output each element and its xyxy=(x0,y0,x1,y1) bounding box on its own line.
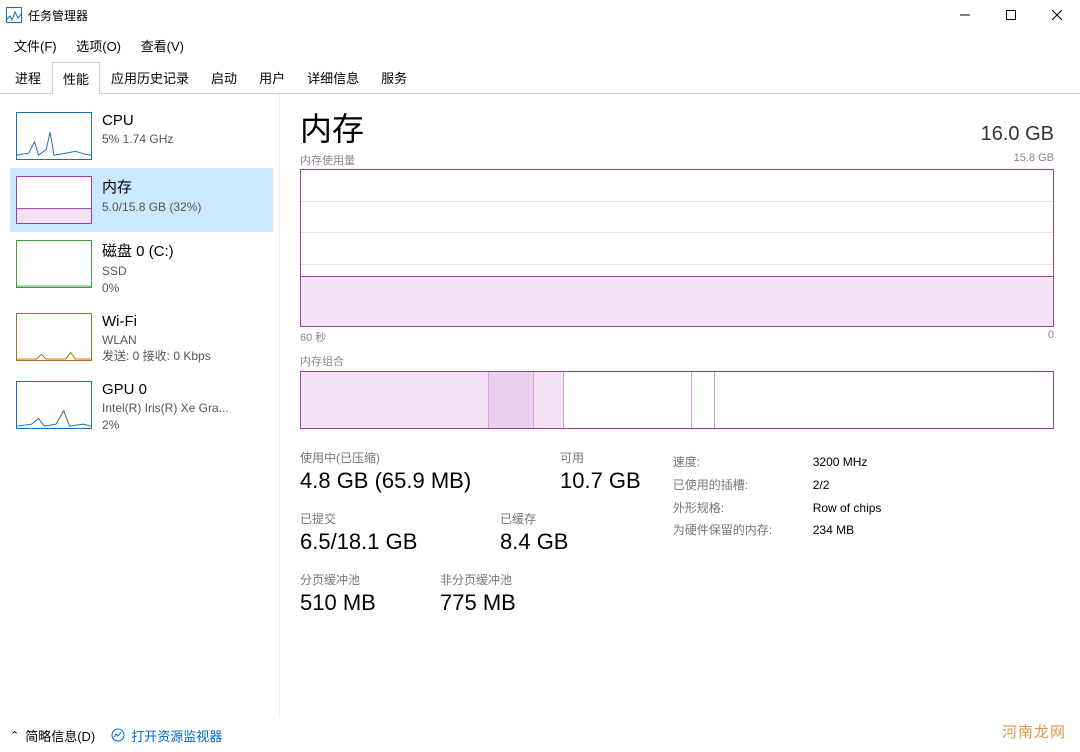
sidebar-item-gpu[interactable]: GPU 0 Intel(R) Iris(R) Xe Gra... 2% xyxy=(10,373,273,442)
stat-label: 已缓存 xyxy=(500,510,568,527)
tab-users[interactable]: 用户 xyxy=(248,61,296,93)
tab-startup[interactable]: 启动 xyxy=(200,61,248,93)
sidebar-text: GPU 0 Intel(R) Iris(R) Xe Gra... 2% xyxy=(102,381,229,434)
spec-key: 外形规格: xyxy=(673,497,813,520)
tab-processes[interactable]: 进程 xyxy=(4,61,52,93)
sidebar-text: 内存 5.0/15.8 GB (32%) xyxy=(102,176,201,216)
stat-label: 可用 xyxy=(560,449,641,466)
memory-composition-bar[interactable] xyxy=(300,371,1054,429)
window-title: 任务管理器 xyxy=(28,7,942,24)
sidebar-item-label: GPU 0 xyxy=(102,381,229,398)
tab-details[interactable]: 详细信息 xyxy=(296,61,370,93)
stats-left-column: 使用中(已压缩) 4.8 GB (65.9 MB) 可用 10.7 GB 已提交… xyxy=(300,449,641,616)
sidebar-item-sub: 5% 1.74 GHz xyxy=(102,131,173,148)
brief-info-label: 简略信息(D) xyxy=(25,726,95,745)
stat-value: 510 MB xyxy=(300,590,410,616)
titlebar: 任务管理器 xyxy=(0,0,1080,30)
sidebar-item-label: 内存 xyxy=(102,176,201,197)
stat-value: 6.5/18.1 GB xyxy=(300,529,470,555)
sidebar-text: 磁盘 0 (C:) SSD 0% xyxy=(102,240,174,297)
spec-value: 234 MB xyxy=(813,519,854,542)
close-button[interactable] xyxy=(1034,0,1080,30)
spec-key: 为硬件保留的内存: xyxy=(673,519,813,542)
minimize-button[interactable] xyxy=(942,0,988,30)
window-controls xyxy=(942,0,1080,30)
usage-label: 内存使用量 xyxy=(300,152,355,168)
stat-value: 4.8 GB (65.9 MB) xyxy=(300,468,530,494)
gpu-thumbnail-icon xyxy=(16,381,92,429)
stat-label: 分页缓冲池 xyxy=(300,571,410,588)
menubar: 文件(F) 选项(O) 查看(V) xyxy=(0,30,1080,61)
wifi-thumbnail-icon xyxy=(16,313,92,361)
stat-label: 使用中(已压缩) xyxy=(300,449,530,466)
sidebar-item-label: CPU xyxy=(102,112,173,129)
sidebar-item-label: 磁盘 0 (C:) xyxy=(102,240,174,261)
axis-left: 60 秒 xyxy=(300,329,326,345)
sidebar-item-sub: WLAN 发送: 0 接收: 0 Kbps xyxy=(102,332,211,366)
resource-monitor-icon xyxy=(111,728,125,742)
disk-thumbnail-icon xyxy=(16,240,92,288)
chart-y-labels: 内存使用量 15.8 GB xyxy=(300,152,1054,168)
stat-value: 10.7 GB xyxy=(560,468,641,494)
chart-x-axis: 60 秒 0 xyxy=(300,329,1054,345)
composition-label: 内存组合 xyxy=(300,353,1054,369)
main-panel: 内存 16.0 GB 内存使用量 15.8 GB 60 秒 0 内存组合 xyxy=(280,94,1080,726)
content: CPU 5% 1.74 GHz 内存 5.0/15.8 GB (32%) xyxy=(0,94,1080,726)
sidebar-item-memory[interactable]: 内存 5.0/15.8 GB (32%) xyxy=(10,168,273,232)
menu-file[interactable]: 文件(F) xyxy=(6,32,65,59)
sidebar-item-sub: SSD 0% xyxy=(102,263,174,297)
sidebar: CPU 5% 1.74 GHz 内存 5.0/15.8 GB (32%) xyxy=(0,94,280,726)
main-header: 内存 16.0 GB xyxy=(300,104,1054,150)
sidebar-item-cpu[interactable]: CPU 5% 1.74 GHz xyxy=(10,104,273,168)
sidebar-item-sub: 5.0/15.8 GB (32%) xyxy=(102,199,201,216)
watermark: 河南龙网 xyxy=(1002,721,1066,742)
stat-value: 775 MB xyxy=(440,590,516,616)
resource-monitor-label: 打开资源监视器 xyxy=(131,726,222,745)
sidebar-text: Wi-Fi WLAN 发送: 0 接收: 0 Kbps xyxy=(102,313,211,366)
memory-thumbnail-icon xyxy=(16,176,92,224)
menu-view[interactable]: 查看(V) xyxy=(133,32,192,59)
sidebar-item-label: Wi-Fi xyxy=(102,313,211,330)
app-icon xyxy=(6,7,22,23)
tabs: 进程 性能 应用历史记录 启动 用户 详细信息 服务 xyxy=(0,61,1080,94)
statusbar: ⌃ 简略信息(D) 打开资源监视器 xyxy=(0,718,1080,752)
spec-key: 速度: xyxy=(673,451,813,474)
cpu-thumbnail-icon xyxy=(16,112,92,160)
memory-usage-chart[interactable] xyxy=(300,169,1054,327)
tab-performance[interactable]: 性能 xyxy=(52,62,100,94)
chevron-up-icon: ⌃ xyxy=(10,729,19,742)
axis-right: 0 xyxy=(1048,329,1054,345)
stat-label: 已提交 xyxy=(300,510,470,527)
page-title: 内存 xyxy=(300,104,364,150)
total-capacity: 16.0 GB xyxy=(981,123,1054,146)
usage-max: 15.8 GB xyxy=(1014,152,1054,168)
tab-services[interactable]: 服务 xyxy=(370,61,418,93)
spec-value: 2/2 xyxy=(813,474,830,497)
spec-key: 已使用的插槽: xyxy=(673,474,813,497)
stat-value: 8.4 GB xyxy=(500,529,568,555)
spec-table: 速度:3200 MHz 已使用的插槽:2/2 外形规格:Row of chips… xyxy=(673,451,882,616)
open-resource-monitor-link[interactable]: 打开资源监视器 xyxy=(111,726,222,745)
sidebar-text: CPU 5% 1.74 GHz xyxy=(102,112,173,148)
stats-area: 使用中(已压缩) 4.8 GB (65.9 MB) 可用 10.7 GB 已提交… xyxy=(300,449,1054,616)
sidebar-item-disk[interactable]: 磁盘 0 (C:) SSD 0% xyxy=(10,232,273,305)
stat-label: 非分页缓冲池 xyxy=(440,571,516,588)
sidebar-item-wifi[interactable]: Wi-Fi WLAN 发送: 0 接收: 0 Kbps xyxy=(10,305,273,374)
menu-options[interactable]: 选项(O) xyxy=(68,32,129,59)
spec-value: 3200 MHz xyxy=(813,451,868,474)
spec-value: Row of chips xyxy=(813,497,882,520)
brief-info-link[interactable]: ⌃ 简略信息(D) xyxy=(10,726,95,745)
sidebar-item-sub: Intel(R) Iris(R) Xe Gra... 2% xyxy=(102,400,229,434)
maximize-button[interactable] xyxy=(988,0,1034,30)
tab-app-history[interactable]: 应用历史记录 xyxy=(100,61,200,93)
